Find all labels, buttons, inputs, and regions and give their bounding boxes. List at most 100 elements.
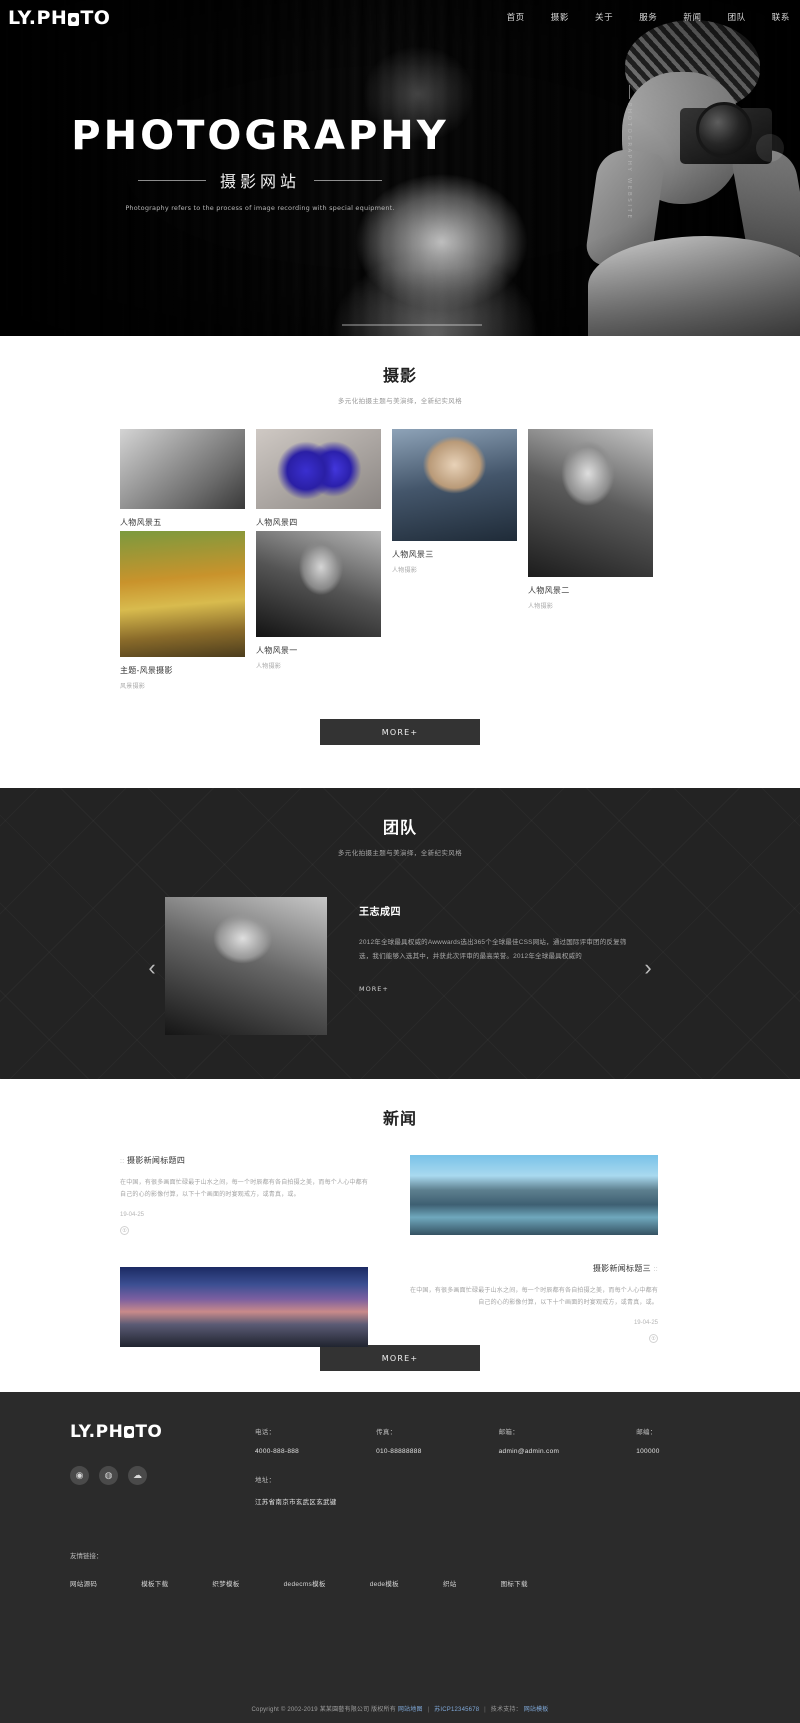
portfolio-tag: 人物摄影 bbox=[528, 604, 554, 610]
nav-item-about[interactable]: 关于 bbox=[595, 11, 613, 23]
news-item-badge: ① bbox=[649, 1334, 658, 1343]
portfolio-more-button[interactable]: MORE+ bbox=[320, 719, 480, 745]
copyright-text: Copyright © 2002-2019 某某園藝有限公司 版权所有 bbox=[251, 1707, 396, 1713]
footer-contact-value: 100000 bbox=[636, 1448, 660, 1455]
footer-contact-phone: 电话： 4000-888-888 bbox=[255, 1426, 299, 1455]
portfolio-caption: 人物风景二 bbox=[528, 586, 570, 595]
footer-contact-zip: 邮编： 100000 bbox=[636, 1426, 660, 1455]
site-logo[interactable]: LY.PH TO bbox=[8, 7, 110, 29]
nav-items: 首页 摄影 关于 服务 新闻 团队 联系 bbox=[507, 11, 790, 23]
footer-contact-columns: 电话： 4000-888-888 传真： 010-88888888 邮箱： ad… bbox=[255, 1426, 660, 1455]
qq-icon[interactable]: ☁ bbox=[128, 1466, 147, 1485]
footer-link-template[interactable]: 模板下载 bbox=[141, 1578, 168, 1588]
weibo-icon[interactable]: ◍ bbox=[99, 1466, 118, 1485]
team-member-name: 王志成四 bbox=[359, 907, 401, 918]
news-marker-icon: :: bbox=[653, 1266, 658, 1273]
footer-address: 地址： 江苏省南京市玄武区玄武键 bbox=[255, 1474, 337, 1506]
news-item-badge: ① bbox=[120, 1226, 129, 1235]
footer-contact-value: admin@admin.com bbox=[498, 1448, 560, 1455]
portfolio-caption: 人物风景四 bbox=[256, 518, 298, 527]
news-item[interactable]: :: 摄影新闻标题四 在中国，有很多画面忙碌最于山水之间，每一个时辰都有各自拍摄… bbox=[120, 1155, 368, 1235]
news-grid: :: 摄影新闻标题四 在中国，有很多画面忙碌最于山水之间，每一个时辰都有各自拍摄… bbox=[120, 1155, 680, 1347]
nav-item-team[interactable]: 团队 bbox=[728, 11, 746, 23]
portfolio-thumbnail bbox=[392, 429, 517, 541]
portfolio-card[interactable]: 人物风景一 人物摄影 bbox=[256, 531, 381, 670]
portfolio-tag: 人物摄影 bbox=[392, 568, 418, 574]
portfolio-card[interactable]: 人物风景三 人物摄影 bbox=[392, 429, 517, 574]
portfolio-card[interactable]: 主题-风景摄影 风景摄影 bbox=[120, 531, 245, 690]
wechat-icon[interactable]: ◉ bbox=[70, 1466, 89, 1485]
team-more-button[interactable]: MORE+ bbox=[359, 985, 389, 993]
footer-contact-key: 传真： bbox=[376, 1429, 397, 1436]
portfolio-caption: 人物风景五 bbox=[120, 518, 162, 527]
news-marker-icon: :: bbox=[120, 1158, 125, 1165]
footer-link-dedecms[interactable]: dedecms模板 bbox=[284, 1578, 326, 1588]
sitemap-link[interactable]: 网站地图 bbox=[398, 1707, 423, 1713]
news-item-image[interactable] bbox=[120, 1267, 368, 1347]
footer-contact-key: 电话： bbox=[255, 1429, 276, 1436]
footer-contact-value: 010-88888888 bbox=[376, 1448, 422, 1455]
footer-link-source[interactable]: 网站源码 bbox=[70, 1578, 97, 1588]
footer-copyright: Copyright © 2002-2019 某某園藝有限公司 版权所有 网站地图… bbox=[0, 1704, 800, 1713]
footer-address-key: 地址： bbox=[255, 1477, 276, 1484]
news-item-title-text: 摄影新闻标题三 bbox=[592, 1264, 651, 1273]
news-item-title: 摄影新闻标题三 :: bbox=[410, 1263, 658, 1274]
footer-links-row: 网站源码 模板下载 织梦模板 dedecms模板 dede模板 织站 图标下载 bbox=[70, 1578, 528, 1588]
camera-icon bbox=[124, 1426, 135, 1438]
portfolio-thumbnail bbox=[120, 531, 245, 657]
hero-vertical-label: PHOTOGRAPHY WEBSITE bbox=[626, 85, 632, 221]
portfolio-tag: 风景摄影 bbox=[120, 684, 146, 690]
hero-scroll-indicator[interactable] bbox=[342, 324, 482, 326]
news-section: 新闻 :: 摄影新闻标题四 在中国，有很多画面忙碌最于山水之间，每一个时辰都有各… bbox=[0, 1079, 800, 1392]
portfolio-card[interactable]: 人物风景四 人物摄影 bbox=[256, 429, 381, 542]
team-slider: ‹ 王志成四 2012年全球最具权威的Awwwards选出365个全球最佳CSS… bbox=[148, 897, 652, 1035]
footer-link-icons[interactable]: 图标下载 bbox=[501, 1578, 528, 1588]
footer-friend-links: 友情链接： 网站源码 模板下载 织梦模板 dedecms模板 dede模板 织站… bbox=[70, 1550, 528, 1588]
footer-link-dede[interactable]: dede模板 bbox=[370, 1578, 399, 1588]
logo-text-head: LY.PH bbox=[8, 7, 68, 29]
portfolio-thumbnail bbox=[528, 429, 653, 577]
footer-logo-head: LY.PH bbox=[70, 1422, 124, 1442]
footer-contact-key: 邮编： bbox=[636, 1429, 657, 1436]
hero-title: PHOTOGRAPHY bbox=[71, 113, 449, 159]
news-item-body: 在中国，有很多画面忙碌最于山水之间，每一个时辰都有各自拍摄之美，而每个人心中都有… bbox=[410, 1288, 659, 1306]
news-item-date: 19-04-25 bbox=[120, 1212, 145, 1218]
portfolio-card[interactable]: 人物风景二 人物摄影 bbox=[528, 429, 653, 610]
tech-support-link[interactable]: 网站模板 bbox=[524, 1707, 549, 1713]
nav-item-contact[interactable]: 联系 bbox=[772, 11, 790, 23]
portfolio-thumbnail bbox=[120, 429, 245, 509]
hero-section: LY.PH TO 首页 摄影 关于 服务 新闻 团队 联系 PHOTOGRAPHY… bbox=[0, 0, 800, 336]
news-item-title: :: 摄影新闻标题四 bbox=[120, 1155, 368, 1166]
news-more-button[interactable]: MORE+ bbox=[320, 1345, 480, 1371]
portfolio-card[interactable]: 人物风景五 人物摄影 bbox=[120, 429, 245, 542]
footer-contact-key: 邮箱： bbox=[498, 1429, 520, 1436]
portfolio-tag: 人物摄影 bbox=[256, 664, 282, 670]
hero-decor-circle bbox=[756, 134, 784, 162]
chevron-right-icon[interactable]: › bbox=[637, 957, 659, 979]
camera-icon bbox=[68, 13, 80, 26]
footer-link-site[interactable]: 织站 bbox=[443, 1578, 457, 1588]
hero-subtitle: 摄影网站 bbox=[0, 168, 520, 192]
chevron-left-icon[interactable]: ‹ bbox=[141, 957, 163, 979]
team-subtitle: 多元化拍摄主题与美演绎，全新纪实风格 bbox=[337, 850, 463, 857]
footer-contact-email: 邮箱： admin@admin.com bbox=[499, 1426, 560, 1455]
top-navigation: LY.PH TO 首页 摄影 关于 服务 新闻 团队 联系 bbox=[0, 0, 800, 34]
tech-support-label: 技术支持： bbox=[490, 1707, 522, 1713]
nav-item-news[interactable]: 新闻 bbox=[683, 11, 701, 23]
news-item-date: 19-04-25 bbox=[633, 1320, 658, 1326]
news-item-title-text: 摄影新闻标题四 bbox=[127, 1156, 186, 1165]
news-item-image[interactable] bbox=[410, 1155, 658, 1235]
nav-item-home[interactable]: 首页 bbox=[507, 11, 525, 23]
portfolio-title: 摄影 bbox=[382, 368, 417, 385]
icp-link[interactable]: 苏ICP12345678 bbox=[434, 1707, 479, 1713]
hero-description: Photography refers to the process of ima… bbox=[125, 204, 395, 212]
news-item[interactable]: 摄影新闻标题三 :: 在中国，有很多画面忙碌最于山水之间，每一个时辰都有各自拍摄… bbox=[410, 1263, 658, 1343]
nav-item-photography[interactable]: 摄影 bbox=[551, 11, 569, 23]
team-title: 团队 bbox=[382, 820, 417, 837]
portfolio-section: 摄影 多元化拍摄主题与美演绎，全新纪实风格 人物风景五 人物摄影 人物风景四 人… bbox=[0, 336, 800, 788]
logo-text-tail: TO bbox=[80, 7, 111, 29]
footer-address-value: 江苏省南京市玄武区玄武键 bbox=[255, 1499, 337, 1506]
team-member-info: 王志成四 2012年全球最具权威的Awwwards选出365个全球最佳CSS网站… bbox=[327, 897, 627, 1035]
nav-item-services[interactable]: 服务 bbox=[639, 11, 657, 23]
footer-link-dream[interactable]: 织梦模板 bbox=[212, 1578, 239, 1588]
